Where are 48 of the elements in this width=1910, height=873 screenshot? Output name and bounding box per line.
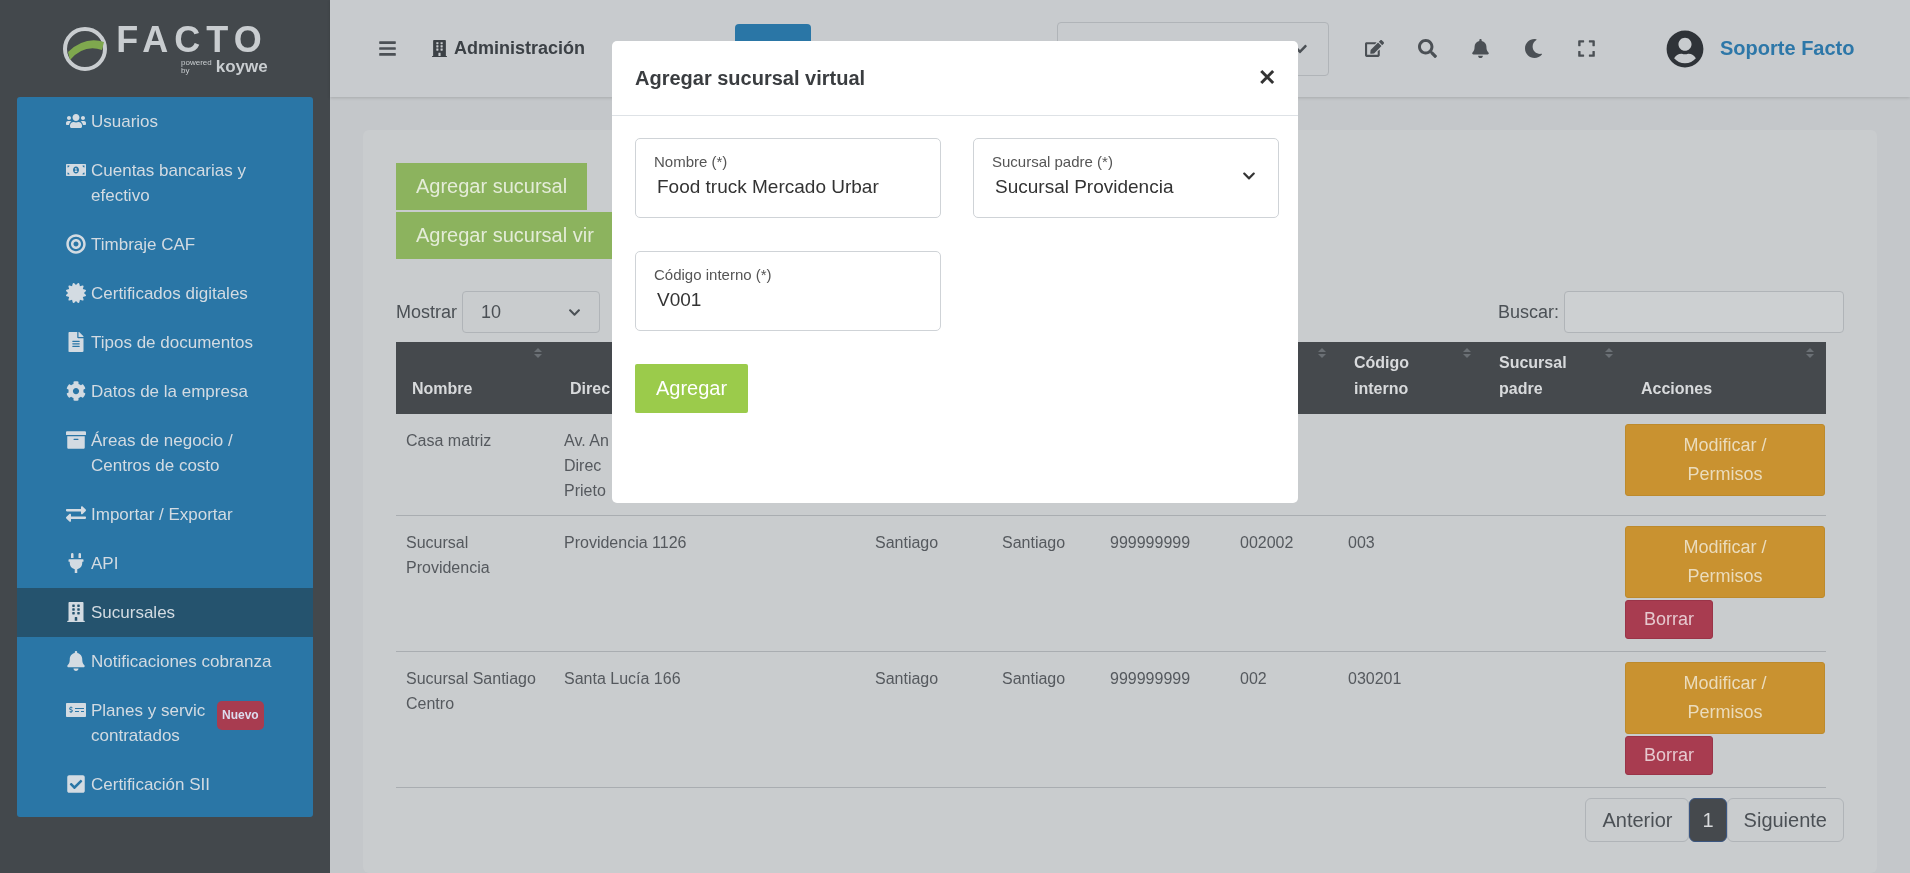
header-label: Acciones	[1641, 379, 1713, 399]
header-label: Nombre	[412, 379, 473, 399]
menu-label: Cuentas bancarias y efectivo	[91, 160, 247, 207]
menu-label: Datos de la empresa	[91, 381, 248, 403]
table-cell: Santiago	[875, 670, 939, 687]
table-cell: 002002	[1240, 534, 1294, 551]
table-cell: Santa Lucía 166	[564, 670, 681, 687]
menu-label: Sucursales	[91, 602, 176, 624]
menu-label: API	[91, 553, 119, 575]
table-cell: Casa matriz	[406, 432, 492, 449]
table-cell: Sucursal Providencia	[406, 534, 490, 576]
table-cell: Santiago	[1002, 670, 1066, 687]
field-value: Sucursal Providencia	[994, 176, 1175, 198]
by-text: by	[181, 66, 190, 75]
menu-label: Importar / Exportar	[91, 504, 233, 526]
menu-label: Usuarios	[91, 111, 159, 133]
table-cell: 003	[1348, 534, 1375, 551]
field-value: V001	[656, 289, 703, 311]
dialog-title: Agregar sucursal virtual	[635, 66, 866, 90]
menu-label: Certificación SII	[91, 774, 211, 796]
show-label: Mostrar	[396, 301, 457, 323]
table-cell: 002	[1240, 670, 1267, 687]
table-cell: Santiago	[1002, 534, 1066, 551]
table-cell: Providencia 1126	[564, 534, 687, 551]
menu-label: Timbraje CAF	[91, 234, 196, 256]
powered-text: powered	[181, 58, 212, 67]
header-label: Código interno	[1354, 353, 1411, 399]
field-value: Food truck Mercado Urbar	[656, 176, 880, 198]
header-label: Direc	[570, 379, 611, 399]
menu-label: Notificaciones cobranza	[91, 651, 272, 673]
table-cell: 030201	[1348, 670, 1402, 687]
brand-name: koywe	[215, 57, 268, 76]
table-cell: 999999999	[1110, 670, 1191, 687]
field-label: Nombre (*)	[654, 153, 729, 170]
table-cell: Av. An Direc Prieto	[564, 432, 609, 499]
menu-label: Tipos de documentos	[91, 332, 253, 354]
new-badge: Nuevo	[217, 701, 264, 730]
field-label: Sucursal padre (*)	[992, 153, 1114, 170]
table-cell: 999999999	[1110, 534, 1191, 551]
menu-label: Planes y servic contratados	[91, 700, 206, 747]
table-cell: Santiago	[875, 534, 939, 551]
logo-name: FACTO	[116, 21, 268, 58]
search-label: Buscar:	[1497, 301, 1559, 323]
menu-label: Áreas de negocio / Centros de costo	[91, 430, 234, 477]
header-label: Sucursal padre	[1499, 353, 1568, 399]
menu-label: Certificados digitales	[91, 283, 248, 305]
field-label: Código interno (*)	[654, 266, 773, 283]
table-cell: Sucursal Santiago Centro	[406, 670, 536, 712]
